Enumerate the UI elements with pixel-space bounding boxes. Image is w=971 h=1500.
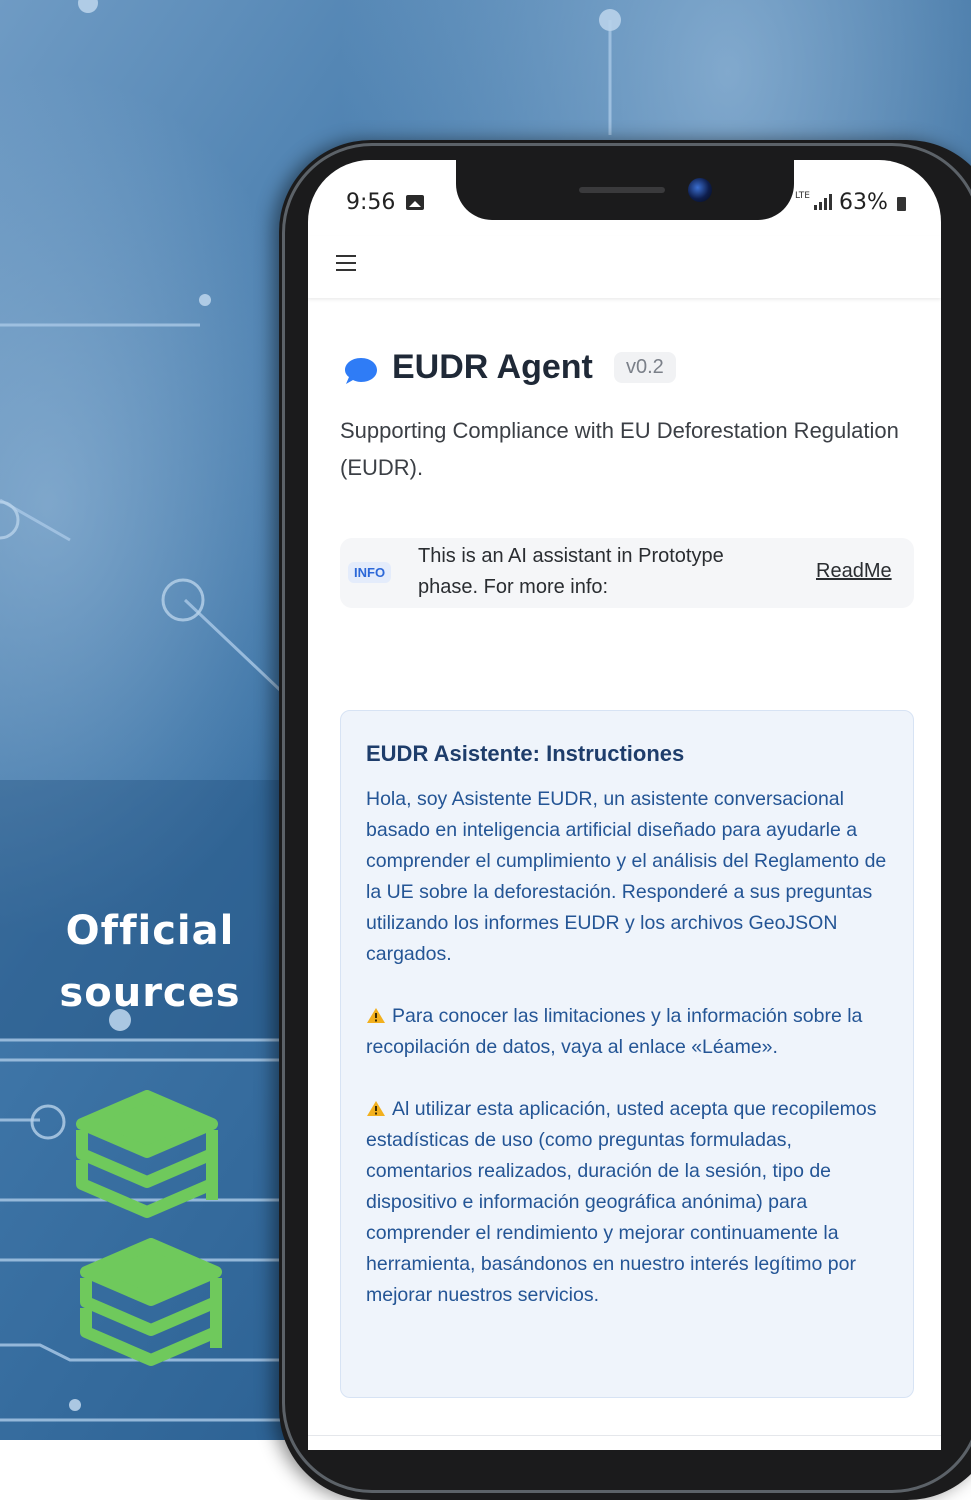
instructions-paragraph: Al utilizar esta aplicación, usted acept… — [366, 1094, 896, 1311]
front-camera — [688, 178, 712, 202]
warning-icon — [367, 1008, 385, 1023]
chat-bubble-icon — [345, 358, 377, 384]
divider — [308, 1435, 941, 1436]
instructions-title: EUDR Asistente: Instructiones — [366, 741, 685, 766]
version-badge: v0.2 — [614, 352, 676, 383]
phone-screen: 9:56 LTE 63% EUDR Agent v0.2 Supporting … — [308, 160, 941, 1450]
battery-level: 63% — [839, 190, 888, 215]
side-title: Official sources — [30, 900, 270, 1024]
warning-icon — [367, 1101, 385, 1116]
instructions-paragraph: Hola, soy Asistente EUDR, un asistente c… — [366, 788, 887, 965]
books-icon — [80, 1238, 222, 1366]
info-banner: INFO This is an AI assistant in Prototyp… — [340, 538, 914, 608]
books-icon — [76, 1090, 218, 1218]
warning-text: Para conocer las limitaciones y la infor… — [366, 1005, 863, 1058]
instructions-paragraph: Para conocer las limitaciones y la infor… — [366, 1001, 896, 1063]
info-text: This is an AI assistant in Prototype pha… — [418, 545, 724, 598]
app-subtitle: Supporting Compliance with EU Deforestat… — [340, 418, 899, 480]
battery-icon — [897, 197, 906, 211]
signal-icon — [814, 194, 832, 210]
side-title-line1: Official — [65, 908, 235, 954]
gallery-notification-icon — [406, 195, 424, 210]
app-bar — [308, 236, 941, 298]
instructions-card: EUDR Asistente: Instructiones Hola, soy … — [340, 710, 914, 1398]
side-title-line2: sources — [59, 970, 241, 1016]
phone-notch — [456, 160, 794, 220]
hamburger-menu-icon[interactable] — [336, 252, 358, 274]
network-type: LTE — [795, 191, 810, 201]
consent-text: Al utilizar esta aplicación, usted acept… — [366, 1098, 877, 1306]
info-badge: INFO — [348, 562, 392, 583]
readme-link[interactable]: ReadMe — [816, 560, 892, 583]
status-time: 9:56 — [346, 190, 396, 215]
app-title: EUDR Agent — [392, 348, 593, 386]
instructions-body: Hola, soy Asistente EUDR, un asistente c… — [366, 784, 896, 1342]
speaker-grille — [579, 187, 665, 193]
